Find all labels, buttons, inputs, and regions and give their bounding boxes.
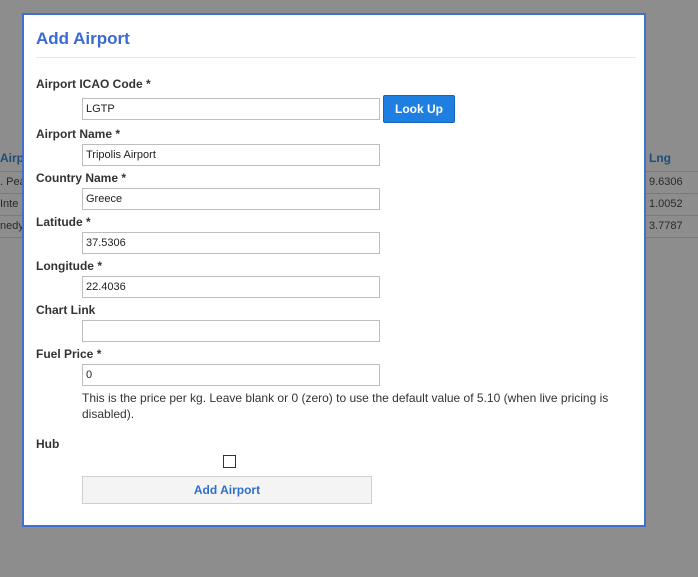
latitude-label: Latitude * xyxy=(36,215,91,229)
bg-cell-lng: 3.7787 xyxy=(649,220,683,232)
airport-name-label: Airport Name * xyxy=(36,127,121,141)
icao-input[interactable] xyxy=(82,98,380,120)
country-name-label: Country Name * xyxy=(36,171,127,185)
hub-label: Hub xyxy=(36,437,60,451)
bg-cell-airport: nedy xyxy=(0,220,24,232)
fuel-price-input[interactable] xyxy=(82,364,380,386)
bg-cell-lng: 9.6306 xyxy=(649,176,683,188)
title-divider xyxy=(36,57,636,58)
latitude-input[interactable] xyxy=(82,232,380,254)
chart-link-label: Chart Link xyxy=(36,303,96,317)
longitude-input[interactable] xyxy=(82,276,380,298)
hub-checkbox[interactable] xyxy=(223,455,236,468)
add-airport-dialog: Add Airport Airport ICAO Code * Look Up … xyxy=(22,13,646,527)
airport-name-input[interactable] xyxy=(82,144,380,166)
bg-table-header-airport: Airp xyxy=(0,151,24,165)
lookup-button[interactable]: Look Up xyxy=(383,95,455,123)
bg-cell-airport: Inte xyxy=(0,198,19,210)
fuel-price-label: Fuel Price * xyxy=(36,347,102,361)
dialog-title: Add Airport xyxy=(36,29,130,48)
chart-link-input[interactable] xyxy=(82,320,380,342)
bg-cell-lng: 1.0052 xyxy=(649,198,683,210)
country-name-input[interactable] xyxy=(82,188,380,210)
bg-table-header-lng: Lng xyxy=(649,151,671,165)
longitude-label: Longitude * xyxy=(36,259,102,273)
fuel-price-help: This is the price per kg. Leave blank or… xyxy=(82,391,609,421)
add-airport-button[interactable]: Add Airport xyxy=(82,476,372,504)
icao-label: Airport ICAO Code * xyxy=(36,77,151,91)
